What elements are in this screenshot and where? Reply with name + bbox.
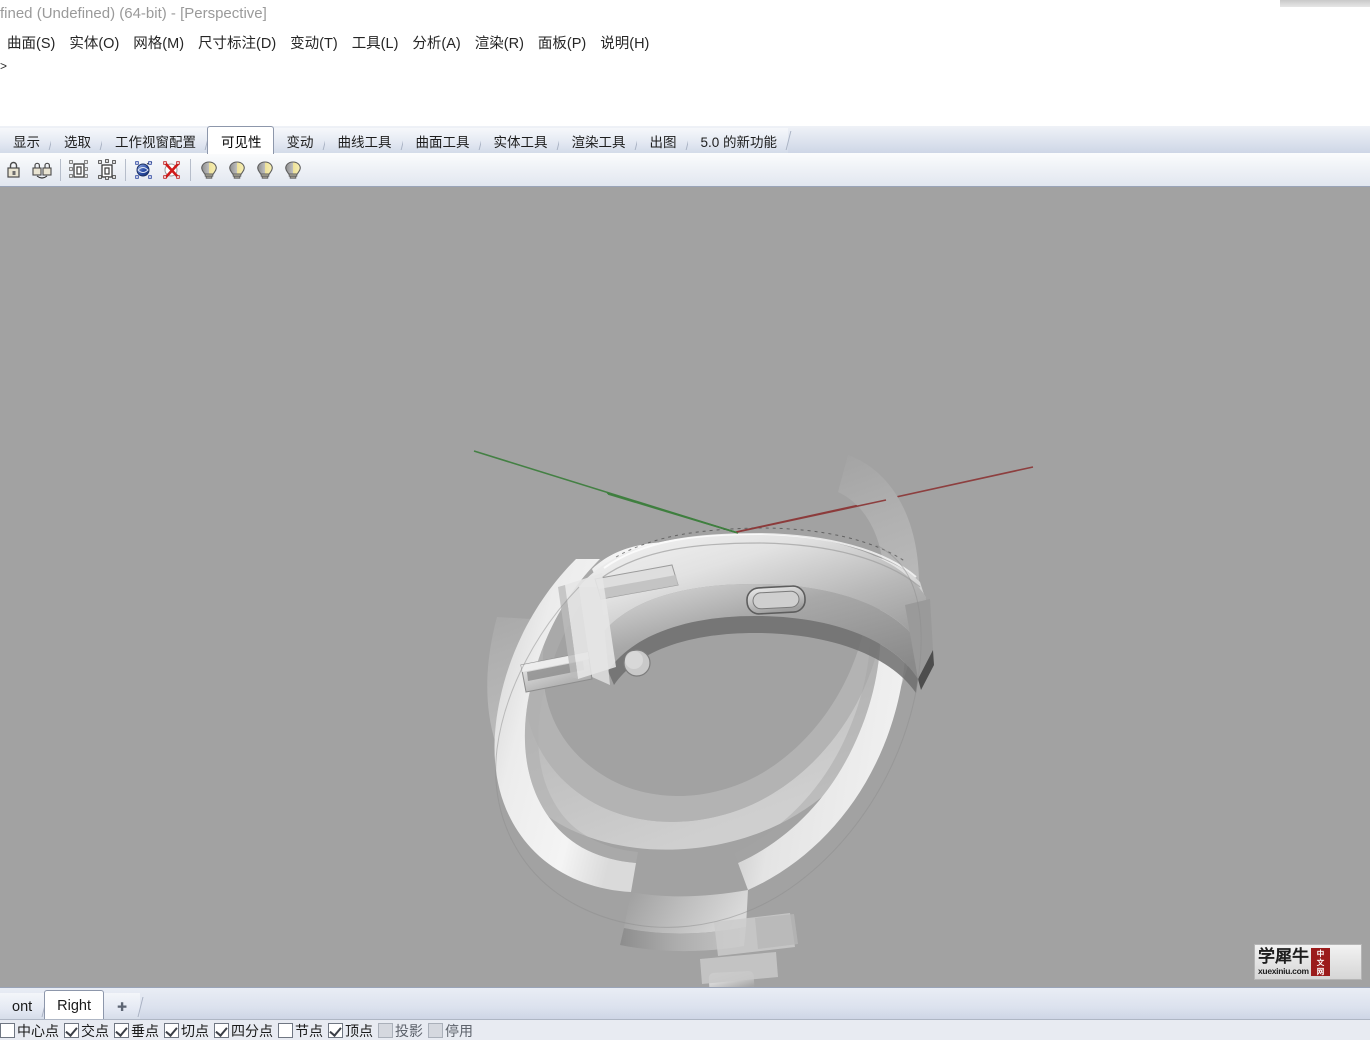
hide-objects-icon[interactable] <box>159 157 185 183</box>
toolbar-tab-2[interactable]: 工作视窗配置 <box>102 128 207 153</box>
osnap-perpendicular-label: 垂点 <box>131 1022 159 1039</box>
toolbar-tab-8[interactable]: 渲染工具 <box>558 128 637 153</box>
command-prompt-text: > <box>0 59 8 73</box>
osnap-vertex-checkbox[interactable] <box>328 1023 343 1038</box>
menu-dimension[interactable]: 尺寸标注(D) <box>191 30 283 55</box>
watermark-logo: 学犀牛 xuexiniu.com 中文网 <box>1254 944 1362 980</box>
viewport-canvas <box>0 187 1370 987</box>
watermark-url: xuexiniu.com <box>1258 965 1309 976</box>
light-on-icon[interactable] <box>196 157 222 183</box>
light-off-icon[interactable] <box>224 157 250 183</box>
title-bar: fined (Undefined) (64-bit) - [Perspectiv… <box>0 0 1370 28</box>
osnap-quadrant-checkbox[interactable] <box>214 1023 229 1038</box>
head-push-button <box>746 585 806 615</box>
command-input-line[interactable] <box>0 103 1370 125</box>
osnap-vertex[interactable]: 顶点 <box>328 1021 373 1040</box>
select-objects-icon[interactable] <box>94 157 120 183</box>
menu-surface[interactable]: 曲面(S) <box>0 30 62 55</box>
lock-object-icon[interactable] <box>1 157 27 183</box>
osnap-disable-label: 停用 <box>445 1022 473 1039</box>
menu-transform[interactable]: 变动(T) <box>283 30 345 55</box>
toolbar-tab-strip: 显示 选取 工作视窗配置 可见性 变动 曲线工具 曲面工具 实体工具 渲染工具 出图 5.0 的新功… <box>0 126 1370 154</box>
toolbar-tab-9[interactable]: 出图 <box>636 128 688 153</box>
head-round-sensor <box>623 649 651 677</box>
window-controls-area[interactable] <box>1280 0 1370 7</box>
osnap-intersection[interactable]: 交点 <box>64 1021 109 1040</box>
add-viewport-tab-button[interactable]: ✚ <box>104 993 141 1020</box>
osnap-knot-checkbox[interactable] <box>278 1023 293 1038</box>
viewport-tab-1[interactable]: Right <box>44 990 105 1020</box>
light-toggle-icon[interactable] <box>252 157 278 183</box>
toolbar-separator <box>60 158 61 181</box>
toolbar-separator <box>125 158 126 181</box>
menu-analyze[interactable]: 分析(A) <box>405 30 467 55</box>
menu-render[interactable]: 渲染(R) <box>468 30 531 55</box>
object-snap-bar: 中心点 交点 垂点 切点 四分点 节点 顶点 投影 停用 <box>0 1019 1370 1040</box>
osnap-perpendicular-checkbox[interactable] <box>114 1023 129 1038</box>
osnap-project-checkbox[interactable] <box>378 1023 393 1038</box>
toolbar-tab-3[interactable]: 可见性 <box>207 126 274 154</box>
perspective-viewport[interactable]: 学犀牛 xuexiniu.com 中文网 <box>0 187 1370 987</box>
osnap-center-label: 中心点 <box>17 1022 59 1039</box>
band-bottom-plate-2 <box>755 914 798 949</box>
osnap-knot-label: 节点 <box>295 1022 323 1039</box>
toolbar-tab-7[interactable]: 实体工具 <box>480 128 559 153</box>
osnap-center-checkbox[interactable] <box>0 1023 15 1038</box>
toolbar-separator <box>190 158 191 181</box>
osnap-perpendicular[interactable]: 垂点 <box>114 1021 159 1040</box>
unlock-object-icon[interactable] <box>29 157 55 183</box>
visibility-toolbar <box>0 153 1370 187</box>
osnap-project[interactable]: 投影 <box>378 1021 423 1040</box>
command-history-area: > <box>0 55 1370 104</box>
menu-mesh[interactable]: 网格(M) <box>126 30 191 55</box>
osnap-knot[interactable]: 节点 <box>278 1021 323 1040</box>
osnap-quadrant[interactable]: 四分点 <box>214 1021 273 1040</box>
select-group-icon[interactable] <box>66 157 92 183</box>
viewport-tab-bar: ont Right ✚ <box>0 987 1370 1020</box>
toolbar-tab-5[interactable]: 曲线工具 <box>324 128 403 153</box>
osnap-project-label: 投影 <box>395 1022 423 1039</box>
osnap-tangent-checkbox[interactable] <box>164 1023 179 1038</box>
watermark-cn-text: 学犀牛 <box>1258 946 1309 967</box>
toolbar-tab-1[interactable]: 选取 <box>51 128 102 153</box>
osnap-disable[interactable]: 停用 <box>428 1021 473 1040</box>
osnap-disable-checkbox[interactable] <box>428 1023 443 1038</box>
osnap-intersection-label: 交点 <box>81 1022 109 1039</box>
toolbar-tab-4[interactable]: 变动 <box>273 128 325 153</box>
toolbar-tab-10[interactable]: 5.0 的新功能 <box>687 128 789 153</box>
osnap-tangent[interactable]: 切点 <box>164 1021 209 1040</box>
menu-help[interactable]: 说明(H) <box>593 30 656 55</box>
osnap-quadrant-label: 四分点 <box>231 1022 273 1039</box>
osnap-tangent-label: 切点 <box>181 1022 209 1039</box>
menu-panels[interactable]: 面板(P) <box>531 30 593 55</box>
application-window: fined (Undefined) (64-bit) - [Perspectiv… <box>0 0 1370 1040</box>
toolbar-tab-0[interactable]: 显示 <box>0 128 51 153</box>
menu-tools[interactable]: 工具(L) <box>345 30 406 55</box>
watermark-badge: 中文网 <box>1311 948 1330 976</box>
osnap-vertex-label: 顶点 <box>345 1022 373 1039</box>
osnap-intersection-checkbox[interactable] <box>64 1023 79 1038</box>
light-properties-icon[interactable] <box>280 157 306 183</box>
show-objects-icon[interactable] <box>131 157 157 183</box>
window-title: fined (Undefined) (64-bit) - [Perspectiv… <box>0 5 267 22</box>
osnap-center[interactable]: 中心点 <box>0 1021 59 1040</box>
viewport-tab-0[interactable]: ont <box>0 993 45 1020</box>
toolbar-tab-6[interactable]: 曲面工具 <box>402 128 481 153</box>
menu-solid[interactable]: 实体(O) <box>62 30 126 55</box>
menu-bar: 曲面(S) 实体(O) 网格(M) 尺寸标注(D) 变动(T) 工具(L) 分析(A) 渲染(… <box>0 29 1370 55</box>
